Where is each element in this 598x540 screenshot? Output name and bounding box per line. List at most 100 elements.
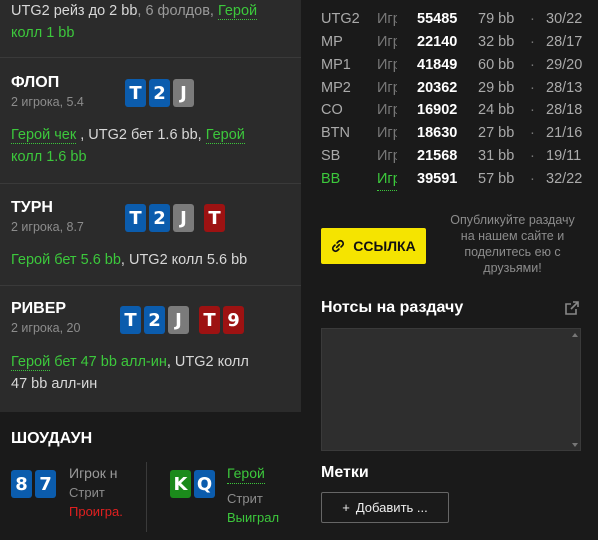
playing-card: Q bbox=[194, 470, 215, 498]
river-section: РИВЕР 2 игрока, 20 T2JT9 Герой бет 47 bb… bbox=[0, 286, 301, 410]
hands-count: 20362 bbox=[417, 80, 458, 96]
vpip-pfr: 28/17 bbox=[546, 34, 583, 50]
board-cards: T2JT bbox=[125, 204, 225, 232]
hand-rank: Стрит bbox=[227, 491, 263, 506]
stack-bb: 60 bb bbox=[478, 57, 515, 73]
scroll-down-icon[interactable] bbox=[572, 443, 578, 447]
player-utg2: UTG2 bbox=[11, 3, 50, 19]
vpip-pfr: 19/11 bbox=[546, 148, 582, 164]
notes-textarea[interactable] bbox=[321, 328, 581, 451]
showdown-hero: Герой Стрит Выиграл bbox=[227, 464, 287, 527]
turn-section: ТУРН 2 игрока, 8.7 T2JT Герой бет 5.6 bb… bbox=[0, 184, 301, 286]
position-label: MP2 bbox=[321, 80, 351, 96]
playing-card: K bbox=[170, 470, 191, 498]
hero-link[interactable]: Герой чек bbox=[11, 127, 77, 144]
scroll-up-icon[interactable] bbox=[572, 333, 578, 337]
showdown-player: Игрок н Стрит Проигра. bbox=[69, 464, 129, 521]
showdown-section: ШОУДАУН 87 Игрок н Стрит Проигра. KQ Гер… bbox=[0, 412, 301, 540]
playing-card: T bbox=[125, 204, 146, 232]
separator: · bbox=[530, 80, 535, 96]
preflop-action: UTG2 рейз до 2 bb, 6 фолдов, Герой колл … bbox=[11, 0, 296, 44]
playing-card: 7 bbox=[35, 470, 56, 498]
action-text: , UTG2 колл bbox=[166, 354, 249, 370]
link-icon bbox=[332, 239, 345, 253]
river-action: Герой бет 47 bb алл-ин, UTG2 колл 47 bb … bbox=[11, 351, 296, 395]
separator: · bbox=[530, 11, 535, 27]
hands-count: 41849 bbox=[417, 57, 458, 73]
player-type-link[interactable]: Игр bbox=[377, 8, 397, 30]
result-lost: Проигра. bbox=[69, 504, 123, 519]
playing-card: 2 bbox=[149, 204, 170, 232]
street-sub: 2 игрока, 5.4 bbox=[11, 95, 84, 109]
street-sub: 2 игрока, 20 bbox=[11, 321, 81, 335]
player-type-link[interactable]: Игр bbox=[377, 145, 397, 167]
position-label: BB bbox=[321, 171, 341, 187]
position-label: MP1 bbox=[321, 57, 351, 73]
action-text: , UTG2 колл 5.6 bb bbox=[120, 252, 248, 268]
hero-action: Герой бет 5.6 bb bbox=[11, 252, 121, 268]
board-cards: T2J bbox=[125, 79, 194, 107]
vpip-pfr: 29/20 bbox=[546, 57, 583, 73]
vpip-pfr: 30/22 bbox=[546, 11, 583, 27]
hero-link[interactable]: Герой bbox=[217, 3, 258, 20]
hero-link[interactable]: Герой bbox=[205, 127, 245, 144]
playing-card: J bbox=[173, 204, 194, 232]
action-text: 47 bb алл-ин bbox=[11, 376, 98, 392]
playing-card: J bbox=[173, 79, 194, 107]
separator: · bbox=[530, 102, 535, 118]
playing-card: 2 bbox=[144, 306, 165, 334]
hands-count: 16902 bbox=[417, 102, 458, 118]
player-type-link[interactable]: Игр bbox=[377, 77, 397, 99]
street-title: ФЛОП bbox=[11, 74, 60, 91]
hero-link[interactable]: Герой bbox=[227, 464, 265, 484]
vpip-pfr: 32/22 bbox=[546, 171, 583, 187]
divider bbox=[146, 462, 147, 532]
hero-action: колл 1.6 bb bbox=[11, 149, 87, 165]
player-type-link[interactable]: Игр bbox=[377, 31, 397, 53]
external-link-icon[interactable] bbox=[563, 299, 581, 317]
tags-title: Метки bbox=[321, 464, 369, 481]
playing-card: 8 bbox=[11, 470, 32, 498]
hand-rank: Стрит bbox=[69, 485, 105, 500]
stack-bb: 24 bb bbox=[478, 102, 515, 118]
action-text: , UTG2 бет 1.6 bb, bbox=[76, 127, 206, 143]
add-tag-button[interactable]: + Добавить ... bbox=[321, 492, 449, 523]
playing-card: T bbox=[204, 204, 225, 232]
hero-action: колл 1 bb bbox=[11, 25, 75, 41]
flop-section: ФЛОП 2 игрока, 5.4 T2J Герой чек , UTG2 … bbox=[0, 58, 301, 184]
stack-bb: 27 bb bbox=[478, 125, 515, 141]
hero-hole-cards: KQ bbox=[170, 470, 215, 498]
link-button[interactable]: ССЫЛКА bbox=[321, 228, 426, 264]
playing-card: 2 bbox=[149, 79, 170, 107]
result-won: Выиграл bbox=[227, 510, 280, 525]
separator: · bbox=[530, 125, 535, 141]
separator: · bbox=[530, 34, 535, 50]
playing-card: T bbox=[199, 306, 220, 334]
separator: · bbox=[530, 148, 535, 164]
hero-action: бет 47 bb алл-ин bbox=[50, 354, 167, 370]
preflop-section: UTG2 рейз до 2 bb, 6 фолдов, Герой колл … bbox=[0, 0, 301, 58]
vpip-pfr: 21/16 bbox=[546, 125, 583, 141]
stack-bb: 79 bb bbox=[478, 11, 515, 27]
hands-count: 39591 bbox=[417, 171, 458, 187]
plus-icon: + bbox=[342, 500, 350, 515]
playing-card: T bbox=[125, 79, 146, 107]
board-cards: T2JT9 bbox=[120, 306, 244, 334]
position-label: MP bbox=[321, 34, 343, 50]
stack-bb: 57 bb bbox=[478, 171, 515, 187]
player-type-link[interactable]: Игр bbox=[377, 99, 397, 121]
player-type-link[interactable]: Игр bbox=[377, 168, 397, 191]
hero-link[interactable]: Герой bbox=[11, 354, 51, 371]
turn-action: Герой бет 5.6 bb, UTG2 колл 5.6 bb bbox=[11, 249, 296, 271]
flop-action: Герой чек , UTG2 бет 1.6 bb, Герой колл … bbox=[11, 124, 296, 168]
player-type-link[interactable]: Игр bbox=[377, 122, 397, 144]
playing-card: J bbox=[168, 306, 189, 334]
action-text: рейз до 2 bb bbox=[49, 3, 138, 19]
player-type-link[interactable]: Игр bbox=[377, 54, 397, 76]
playing-card: 9 bbox=[223, 306, 244, 334]
position-label: BTN bbox=[321, 125, 350, 141]
position-label: CO bbox=[321, 102, 343, 118]
action-text: , 6 фолдов, bbox=[137, 3, 218, 19]
notes-title: Нотсы на раздачу bbox=[321, 299, 464, 316]
separator: · bbox=[530, 171, 535, 187]
